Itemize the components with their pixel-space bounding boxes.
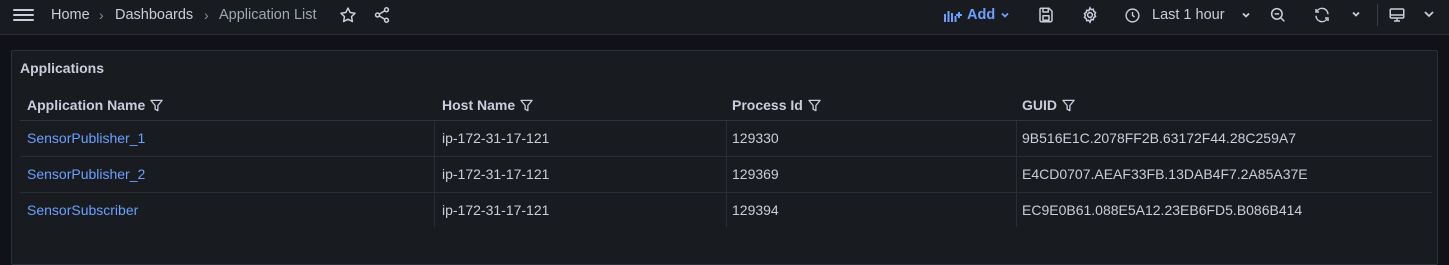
column-divider	[1016, 121, 1017, 227]
breadcrumb-home[interactable]: Home	[51, 6, 90, 24]
column-header-process-id[interactable]: Process Id	[732, 97, 821, 113]
application-name-link[interactable]: SensorSubscriber	[27, 202, 138, 218]
application-name-link[interactable]: SensorPublisher_1	[27, 130, 145, 146]
host-name-cell: ip-172-31-17-121	[442, 166, 550, 182]
filter-icon[interactable]	[520, 99, 533, 112]
star-icon[interactable]	[339, 6, 357, 24]
view-mode-chevron-icon[interactable]	[1423, 9, 1435, 19]
gear-icon[interactable]	[1081, 6, 1099, 24]
process-id-cell: 129394	[732, 202, 779, 218]
clock-icon	[1125, 7, 1140, 23]
toolbar-divider	[1377, 4, 1378, 26]
column-header-label: Application Name	[27, 97, 146, 113]
table-header: Application Name Host Name Process Id GU…	[20, 91, 1432, 121]
breadcrumb-current-page: Application List	[219, 7, 317, 23]
guid-cell: 9B516E1C.2078FF2B.63172F44.28C259A7	[1022, 130, 1296, 146]
column-header-label: Host Name	[442, 97, 516, 113]
hamburger-menu-icon[interactable]	[12, 5, 36, 25]
panel-title: Applications	[20, 60, 105, 76]
column-header-application-name[interactable]: Application Name	[27, 97, 163, 113]
guid-cell: E4CD0707.AEAF33FB.13DAB4F7.2A85A37E	[1022, 166, 1308, 182]
guid-cell: EC9E0B61.088E5A12.23EB6FD5.B086B414	[1022, 202, 1303, 218]
column-header-label: Process Id	[732, 97, 803, 113]
process-id-cell: 129330	[732, 130, 779, 146]
breadcrumb-dashboards[interactable]: Dashboards	[115, 6, 193, 24]
top-navbar: Home › Dashboards › Application List Add	[0, 0, 1449, 35]
time-range-picker[interactable]: Last 1 hour	[1124, 5, 1251, 25]
process-id-cell: 129369	[732, 166, 779, 182]
add-panel-icon	[944, 11, 962, 22]
filter-icon[interactable]	[1062, 99, 1075, 112]
refresh-interval-chevron-icon[interactable]	[1351, 9, 1361, 19]
share-icon[interactable]	[373, 6, 391, 24]
refresh-icon[interactable]	[1313, 6, 1331, 24]
column-header-guid[interactable]: GUID	[1022, 97, 1075, 113]
filter-icon[interactable]	[150, 99, 163, 112]
zoom-out-icon[interactable]	[1269, 6, 1287, 24]
chevron-down-icon	[1241, 12, 1250, 18]
chevron-down-icon	[1001, 12, 1009, 18]
applications-panel: Applications Application Name Host Name …	[11, 50, 1438, 265]
monitor-icon[interactable]	[1388, 6, 1406, 24]
filter-icon[interactable]	[808, 99, 821, 112]
host-name-cell: ip-172-31-17-121	[442, 202, 550, 218]
column-divider	[434, 121, 435, 227]
column-header-label: GUID	[1022, 97, 1057, 113]
host-name-cell: ip-172-31-17-121	[442, 130, 550, 146]
column-header-host-name[interactable]: Host Name	[442, 97, 533, 113]
time-range-label: Last 1 hour	[1152, 7, 1225, 23]
column-divider	[726, 121, 727, 227]
save-icon[interactable]	[1037, 6, 1055, 24]
breadcrumb-separator: ›	[99, 7, 104, 23]
application-name-link[interactable]: SensorPublisher_2	[27, 166, 145, 182]
add-label: Add	[967, 7, 996, 23]
breadcrumb-separator: ›	[204, 7, 209, 23]
add-button[interactable]: Add	[944, 5, 1010, 25]
